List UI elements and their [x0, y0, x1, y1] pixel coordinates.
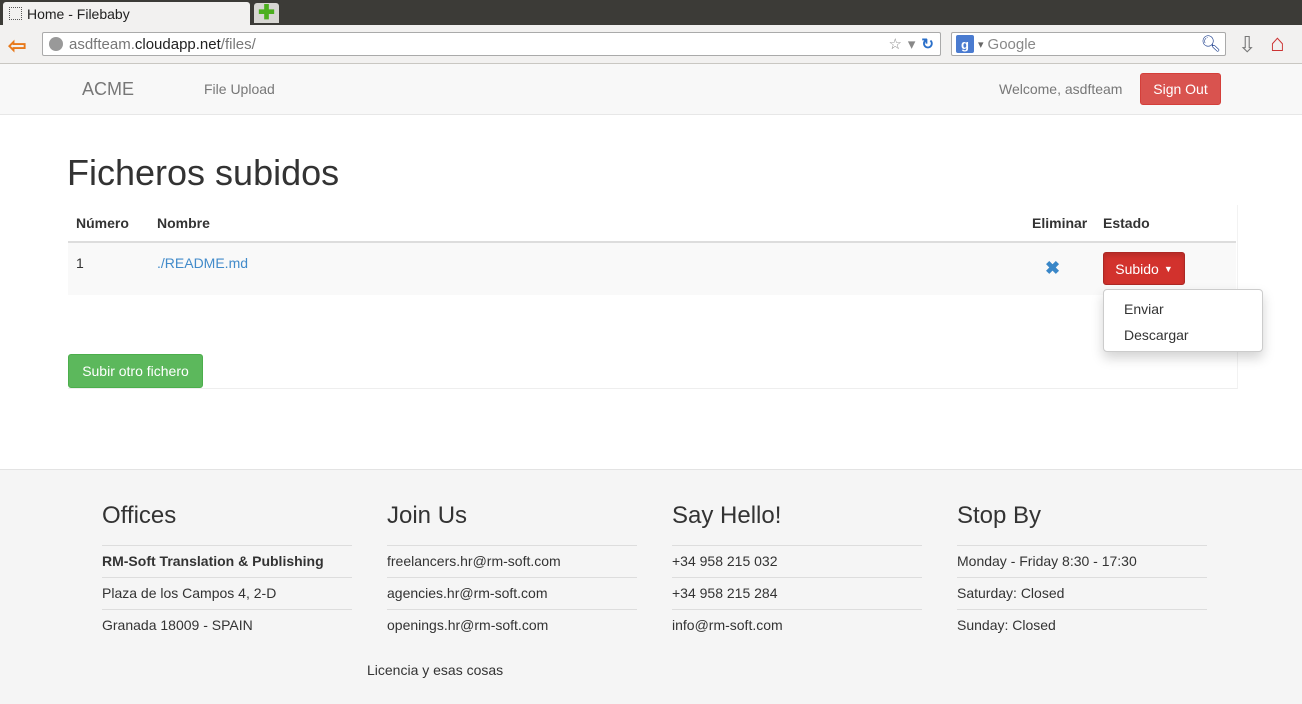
header-estado: Estado — [1103, 215, 1150, 231]
footer-hello-title: Say Hello! — [672, 502, 782, 529]
footer: Offices RM-Soft Translation & Publishing… — [0, 469, 1302, 704]
footer-hours: Monday - Friday 8:30 - 17:30 — [957, 553, 1137, 569]
browser-toolbar: ⇦ asdfteam. cloudapp.net/files/ ☆ ▾ ↻ g ▾… — [0, 25, 1302, 64]
search-placeholder: Google — [987, 35, 1036, 53]
header-numero: Número — [76, 215, 129, 231]
footer-item: Plaza de los Campos 4, 2-D — [102, 585, 277, 601]
search-engine-arrow-icon[interactable]: ▾ — [978, 38, 984, 51]
sign-out-button[interactable]: Sign Out — [1140, 73, 1221, 105]
browser-tabbar: Home - Filebaby ✚ — [0, 0, 1302, 25]
files-panel: Número Nombre Eliminar Estado 1 ./README… — [68, 205, 1263, 389]
footer-join-title: Join Us — [387, 502, 468, 529]
brand[interactable]: ACME — [82, 79, 134, 100]
table-row: 1 ./README.md ✖ Subido ▼ — [68, 243, 1236, 295]
footer-phone: +34 958 215 032 — [672, 553, 778, 569]
footer-email[interactable]: freelancers.hr@rm-soft.com — [387, 546, 637, 577]
reload-icon[interactable]: ↻ — [921, 35, 934, 53]
delete-icon[interactable]: ✖ — [1045, 258, 1060, 279]
download-icon[interactable]: ⇩ — [1238, 32, 1256, 58]
footer-email[interactable]: agencies.hr@rm-soft.com — [387, 578, 637, 609]
footer-item: RM-Soft Translation & Publishing — [102, 553, 324, 569]
magnifier-icon[interactable]: 🔍︎ — [1201, 34, 1221, 54]
url-bar[interactable]: asdfteam. cloudapp.net/files/ ☆ ▾ ↻ — [42, 32, 941, 56]
footer-join: Join Us freelancers.hr@rm-soft.com agenc… — [387, 502, 637, 641]
browser-tab[interactable]: Home - Filebaby — [3, 2, 250, 25]
header-nombre: Nombre — [157, 215, 210, 231]
search-bar[interactable]: g ▾ Google 🔍︎ — [951, 32, 1226, 56]
row-number: 1 — [76, 255, 84, 271]
file-link[interactable]: ./README.md — [157, 255, 248, 271]
dropdown-arrow-icon[interactable]: ▾ — [908, 35, 916, 53]
footer-email[interactable]: info@rm-soft.com — [672, 610, 922, 641]
url-host-prefix: asdfteam. — [69, 35, 135, 53]
globe-icon — [49, 37, 63, 51]
nav-file-upload[interactable]: File Upload — [204, 81, 275, 97]
footer-offices: Offices RM-Soft Translation & Publishing… — [102, 502, 352, 641]
page-title: Ficheros subidos — [67, 152, 340, 193]
tab-title: Home - Filebaby — [27, 5, 130, 22]
state-dropdown-button[interactable]: Subido ▼ — [1103, 252, 1185, 285]
license-link[interactable]: Licencia y esas cosas — [367, 662, 503, 678]
footer-stopby: Stop By Monday - Friday 8:30 - 17:30 Sat… — [957, 502, 1207, 641]
footer-hello: Say Hello! +34 958 215 032 +34 958 215 2… — [672, 502, 922, 641]
page-icon — [9, 7, 22, 20]
header-eliminar: Eliminar — [1032, 215, 1088, 231]
app-navbar: ACME File Upload Welcome, asdfteam Sign … — [0, 64, 1302, 115]
caret-down-icon: ▼ — [1163, 263, 1173, 274]
new-tab-button[interactable]: ✚ — [254, 3, 279, 23]
home-icon[interactable]: ⌂ — [1270, 30, 1285, 58]
back-arrow-icon[interactable]: ⇦ — [8, 33, 26, 59]
state-label: Subido — [1115, 260, 1159, 277]
welcome-text: Welcome, asdfteam — [999, 81, 1123, 97]
footer-email[interactable]: openings.hr@rm-soft.com — [387, 610, 637, 641]
menu-item-descargar[interactable]: Descargar — [1104, 322, 1262, 348]
upload-another-button[interactable]: Subir otro fichero — [68, 354, 203, 388]
footer-hours: Sunday: Closed — [957, 617, 1056, 633]
url-host-main: cloudapp.net — [134, 35, 221, 53]
footer-item: Granada 18009 - SPAIN — [102, 617, 253, 633]
google-icon[interactable]: g — [956, 35, 974, 53]
footer-offices-title: Offices — [102, 502, 177, 529]
bookmark-star-icon[interactable]: ☆ — [888, 35, 901, 53]
footer-hours: Saturday: Closed — [957, 585, 1065, 601]
state-dropdown-menu: Enviar Descargar — [1103, 289, 1263, 352]
footer-phone: +34 958 215 284 — [672, 585, 778, 601]
menu-item-enviar[interactable]: Enviar — [1104, 296, 1262, 322]
url-path: /files/ — [220, 35, 256, 53]
footer-stopby-title: Stop By — [957, 502, 1042, 529]
plus-icon: ✚ — [258, 2, 275, 24]
